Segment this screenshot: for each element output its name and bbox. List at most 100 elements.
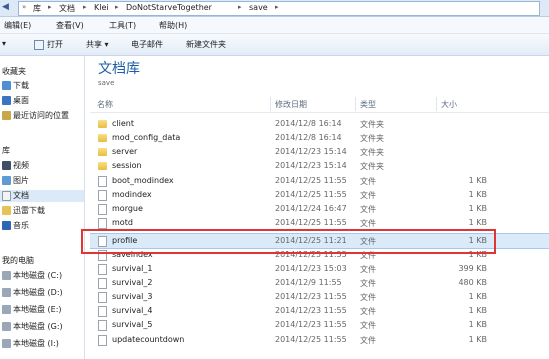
- nav-label: 本地磁盘 (G:): [13, 322, 63, 331]
- file-row[interactable]: boot_modindex 2014/12/25 11:55 文件 1 KB: [90, 174, 549, 188]
- menu-help[interactable]: 帮助(H): [159, 20, 187, 31]
- file-row[interactable]: updatecountdown 2014/12/25 11:55 文件 1 KB: [90, 333, 549, 347]
- new-folder-button[interactable]: 新建文件夹: [186, 39, 226, 50]
- nav-label: 本地磁盘 (C:): [13, 271, 63, 280]
- file-row[interactable]: survival_3 2014/12/23 11:55 文件 1 KB: [90, 290, 549, 304]
- menu-bar: 编辑(E) 查看(V) 工具(T) 帮助(H): [0, 17, 549, 34]
- video-icon: [2, 161, 11, 170]
- file-row[interactable]: server 2014/12/23 15:14 文件夹: [90, 145, 549, 159]
- file-type: 文件夹: [360, 148, 384, 157]
- column-header-size[interactable]: 大小: [441, 99, 457, 110]
- menu-view[interactable]: 查看(V): [56, 20, 84, 31]
- breadcrumb-klei[interactable]: Klei: [94, 3, 109, 12]
- chevron-icon[interactable]: ▸: [83, 3, 87, 11]
- column-header-type[interactable]: 类型: [360, 99, 376, 110]
- nav-item-documents[interactable]: 文档: [0, 190, 84, 202]
- file-name: client: [112, 119, 134, 128]
- breadcrumb-save[interactable]: save: [249, 3, 268, 12]
- file-type: 文件: [360, 321, 376, 330]
- file-row[interactable]: survival_2 2014/12/9 11:55 文件 480 KB: [90, 276, 549, 290]
- column-divider[interactable]: [355, 97, 356, 111]
- file-date: 2014/12/25 11:55: [275, 335, 347, 344]
- nav-label: 最近访问的位置: [13, 111, 69, 120]
- libraries-heading[interactable]: 库: [2, 145, 10, 156]
- file-size: 1 KB: [468, 204, 487, 213]
- file-icon: [98, 292, 107, 303]
- file-date: 2014/12/23 15:14: [275, 161, 347, 170]
- share-button[interactable]: 共享 ▾: [86, 39, 109, 50]
- folder-icon: [2, 206, 11, 215]
- file-name: mod_config_data: [112, 133, 181, 142]
- breadcrumb-documents[interactable]: 文档: [59, 3, 75, 14]
- breadcrumb-library[interactable]: 库: [33, 3, 41, 14]
- address-field[interactable]: » 库 ▸ 文档 ▸ Klei ▸ DoNotStarveTogether ▸ …: [18, 1, 540, 16]
- file-size: 1 KB: [468, 176, 487, 185]
- file-size: 1 KB: [468, 292, 487, 301]
- file-date: 2014/12/23 11:55: [275, 306, 347, 315]
- folder-icon: [98, 120, 107, 128]
- file-name: survival_2: [112, 278, 153, 287]
- file-icon: [98, 204, 107, 215]
- drive-icon: [2, 288, 11, 297]
- file-type: 文件: [360, 293, 376, 302]
- chevron-icon[interactable]: »: [22, 3, 26, 11]
- file-row[interactable]: modindex 2014/12/25 11:55 文件 1 KB: [90, 188, 549, 202]
- file-icon: [98, 176, 107, 187]
- file-icon: [98, 278, 107, 289]
- file-size: 1 KB: [468, 190, 487, 199]
- file-icon: [98, 306, 107, 317]
- drive-icon: [2, 339, 11, 348]
- highlight-box: [81, 229, 496, 254]
- column-divider[interactable]: [270, 97, 271, 111]
- file-date: 2014/12/8 16:14: [275, 119, 342, 128]
- file-row[interactable]: survival_1 2014/12/23 15:03 文件 399 KB: [90, 262, 549, 276]
- file-row[interactable]: survival_4 2014/12/23 11:55 文件 1 KB: [90, 304, 549, 318]
- library-title: 文档库: [98, 61, 140, 77]
- back-arrow-icon[interactable]: ◀: [2, 2, 14, 13]
- favorites-heading[interactable]: 收藏夹: [2, 66, 26, 77]
- file-size: 480 KB: [458, 278, 487, 287]
- file-name: survival_1: [112, 264, 153, 273]
- command-bar: ▾ 打开 共享 ▾ 电子邮件 新建文件夹: [0, 34, 549, 56]
- file-date: 2014/12/23 11:55: [275, 320, 347, 329]
- organize-dropdown-icon[interactable]: ▾: [2, 39, 6, 48]
- email-button[interactable]: 电子邮件: [131, 39, 163, 50]
- drive-icon: [2, 305, 11, 314]
- folder-icon: [98, 148, 107, 156]
- computer-heading[interactable]: 我的电脑: [2, 255, 34, 266]
- nav-label: 桌面: [13, 96, 29, 105]
- pictures-icon: [2, 176, 11, 185]
- column-divider[interactable]: [436, 97, 437, 111]
- file-row[interactable]: survival_5 2014/12/23 11:55 文件 1 KB: [90, 318, 549, 332]
- file-size: 1 KB: [468, 218, 487, 227]
- file-row[interactable]: session 2014/12/23 15:14 文件夹: [90, 159, 549, 173]
- file-size: 1 KB: [468, 306, 487, 315]
- file-type: 文件: [360, 205, 376, 214]
- file-size: 1 KB: [468, 335, 487, 344]
- file-row[interactable]: client 2014/12/8 16:14 文件夹: [90, 117, 549, 131]
- file-type: 文件: [360, 177, 376, 186]
- open-button[interactable]: 打开: [47, 39, 63, 50]
- file-name: session: [112, 161, 142, 170]
- column-header-date[interactable]: 修改日期: [275, 99, 307, 110]
- file-row[interactable]: mod_config_data 2014/12/8 16:14 文件夹: [90, 131, 549, 145]
- chevron-icon[interactable]: ▸: [115, 3, 119, 11]
- file-date: 2014/12/8 16:14: [275, 133, 342, 142]
- column-header-name[interactable]: 名称: [97, 99, 113, 110]
- chevron-icon[interactable]: ▸: [48, 3, 52, 11]
- breadcrumb-dst[interactable]: DoNotStarveTogether: [126, 3, 212, 12]
- file-date: 2014/12/25 11:55: [275, 190, 347, 199]
- file-row[interactable]: morgue 2014/12/24 16:47 文件 1 KB: [90, 202, 549, 216]
- file-icon: [98, 320, 107, 331]
- chevron-icon[interactable]: ▸: [238, 3, 242, 11]
- chevron-icon[interactable]: ▸: [275, 3, 279, 11]
- music-icon: [2, 221, 11, 230]
- file-row[interactable]: motd 2014/12/25 11:55 文件 1 KB: [90, 216, 549, 230]
- header-divider: [90, 112, 549, 113]
- download-icon: [2, 81, 11, 90]
- file-type: 文件: [360, 336, 376, 345]
- file-name: modindex: [112, 190, 152, 199]
- file-type: 文件夹: [360, 162, 384, 171]
- menu-tools[interactable]: 工具(T): [109, 20, 136, 31]
- menu-edit[interactable]: 编辑(E): [4, 20, 31, 31]
